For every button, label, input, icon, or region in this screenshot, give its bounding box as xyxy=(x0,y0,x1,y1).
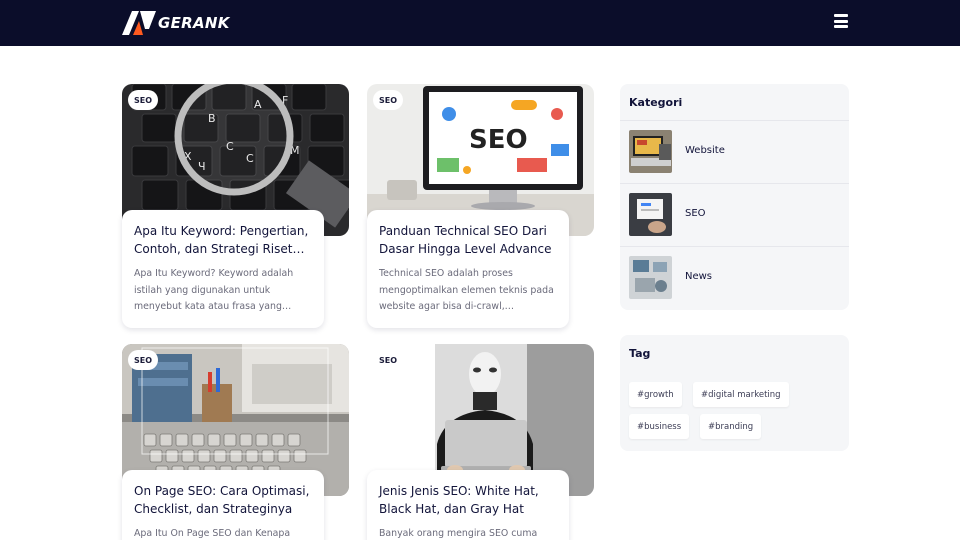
post-card-body: Jenis Jenis SEO: White Hat, Black Hat, d… xyxy=(367,470,569,540)
post-excerpt: Apa Itu Keyword? Keyword adalah istilah … xyxy=(134,268,294,312)
post-card-body: On Page SEO: Cara Optimasi, Checklist, d… xyxy=(122,470,324,540)
post-title[interactable]: Panduan Technical SEO Dari Dasar Hingga … xyxy=(379,222,557,258)
site-logo[interactable]: GERANK xyxy=(122,11,230,35)
top-navbar: GERANK xyxy=(0,0,960,46)
category-item-seo[interactable]: SEO xyxy=(620,183,849,246)
category-thumbnail[interactable] xyxy=(629,193,672,236)
post-card-body: Panduan Technical SEO Dari Dasar Hingga … xyxy=(367,210,569,328)
tag-branding[interactable]: #branding xyxy=(700,414,762,439)
category-badge[interactable]: SEO xyxy=(128,350,159,370)
hamburger-icon-line xyxy=(834,25,848,28)
categories-title: Kategori xyxy=(629,96,683,109)
category-item-news[interactable]: News xyxy=(620,246,849,309)
category-badge[interactable]: SEO xyxy=(373,90,404,110)
categories-widget: Kategori Website SEO News xyxy=(620,84,849,310)
category-thumbnail[interactable] xyxy=(629,130,672,173)
category-badge[interactable]: SEO xyxy=(373,350,404,370)
logo-text: GERANK xyxy=(158,14,230,32)
post-excerpt: Banyak orang mengira SEO cuma xyxy=(379,528,538,539)
category-label[interactable]: Website xyxy=(685,145,725,156)
tags-title: Tag xyxy=(629,347,651,360)
hamburger-icon-line xyxy=(834,19,848,23)
tag-growth[interactable]: #growth xyxy=(629,382,682,407)
post-card[interactable]: SEO On Page SEO: Cara Optimasi, Checklis… xyxy=(122,344,349,540)
hamburger-icon xyxy=(834,14,848,17)
category-label[interactable]: News xyxy=(685,271,712,282)
post-card[interactable]: BAX CCM ЧF SEO Apa Itu Keyword: Pengerti… xyxy=(122,84,349,328)
post-excerpt: Apa Itu On Page SEO dan Kenapa xyxy=(134,528,291,539)
post-title[interactable]: On Page SEO: Cara Optimasi, Checklist, d… xyxy=(134,482,312,518)
post-card[interactable]: SEO SEO Panduan Technical SEO Dari Dasar… xyxy=(367,84,594,328)
post-card[interactable]: SEO Jenis Jenis SEO: White Hat, Black Ha… xyxy=(367,344,594,540)
tags-widget: Tag #growth #digital marketing #business… xyxy=(620,335,849,451)
logo-mark-icon xyxy=(122,11,156,35)
category-item-website[interactable]: Website xyxy=(620,120,849,183)
menu-toggle-button[interactable] xyxy=(833,14,850,30)
post-title[interactable]: Jenis Jenis SEO: White Hat, Black Hat, d… xyxy=(379,482,557,518)
post-card-body: Apa Itu Keyword: Pengertian, Contoh, dan… xyxy=(122,210,324,328)
tag-business[interactable]: #business xyxy=(629,414,690,439)
category-thumbnail[interactable] xyxy=(629,256,672,299)
svg-text:SEO: SEO xyxy=(469,125,528,155)
category-badge[interactable]: SEO xyxy=(128,90,159,110)
post-title[interactable]: Apa Itu Keyword: Pengertian, Contoh, dan… xyxy=(134,222,312,258)
category-label[interactable]: SEO xyxy=(685,208,706,219)
post-excerpt: Technical SEO adalah proses mengoptimalk… xyxy=(379,268,554,312)
tag-digital-marketing[interactable]: #digital marketing xyxy=(693,382,789,407)
